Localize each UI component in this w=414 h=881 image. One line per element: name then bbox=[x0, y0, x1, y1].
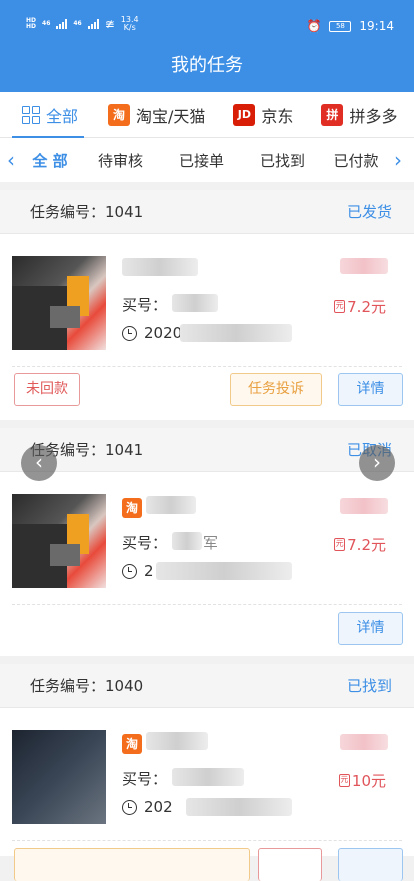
tab-status-found[interactable]: 已找到 bbox=[242, 150, 323, 171]
tab-label: 淘宝/天猫 bbox=[136, 106, 206, 126]
tab-taobao[interactable]: 淘 淘宝/天猫 bbox=[78, 92, 205, 138]
chevron-right-icon[interactable]: › bbox=[389, 148, 407, 172]
page-title: 我的任务 bbox=[0, 40, 414, 92]
status-bar: HD HD 46 46 ≇ 13.4 K/s ⏰ 58 19:14 bbox=[0, 0, 414, 40]
signal-label-1: 46 bbox=[42, 20, 51, 27]
redacted-text bbox=[340, 734, 388, 750]
complaint-button[interactable]: 任务投诉 bbox=[230, 373, 322, 406]
tab-label: 京东 bbox=[261, 106, 294, 126]
divider bbox=[12, 366, 402, 367]
order-card: 任务编号：1041 已取消 淘 买号： 军 元7.2元 2 详情 bbox=[0, 428, 414, 656]
wifi-icon: ≇ bbox=[104, 17, 115, 31]
status-left: HD HD 46 46 ≇ 13.4 K/s bbox=[26, 16, 139, 32]
price-icon: 元 bbox=[338, 774, 350, 787]
spacer bbox=[0, 656, 414, 664]
tab-status-paid[interactable]: 已付款 bbox=[323, 150, 389, 171]
tab-status-all[interactable]: 全 部 bbox=[20, 150, 80, 171]
sim-indicator: HD HD bbox=[26, 17, 37, 30]
buyer-account-redacted bbox=[172, 532, 202, 550]
status-right: ⏰ 58 19:14 bbox=[306, 19, 394, 33]
clock-icon bbox=[122, 564, 137, 579]
date-redacted bbox=[156, 562, 292, 580]
tab-label: 全部 bbox=[46, 106, 79, 126]
order-date: 2 bbox=[144, 562, 154, 580]
order-status: 已找到 bbox=[346, 677, 392, 695]
order-id: 任务编号：1041 bbox=[30, 203, 144, 221]
buyer-label: 买号： bbox=[122, 770, 168, 788]
product-image[interactable] bbox=[12, 730, 106, 824]
taobao-icon: 淘 bbox=[108, 103, 131, 126]
divider bbox=[12, 604, 402, 605]
redacted-text bbox=[340, 498, 388, 514]
buyer-account-redacted bbox=[172, 294, 218, 312]
partial-button[interactable] bbox=[338, 848, 403, 881]
order-header: 任务编号：1040 已找到 bbox=[0, 664, 414, 708]
tab-status-accepted[interactable]: 已接单 bbox=[161, 150, 242, 171]
grid-icon bbox=[22, 105, 40, 124]
order-date: 2020 bbox=[144, 324, 183, 342]
buyer-account-suffix: 军 bbox=[203, 534, 219, 552]
jd-icon: JD bbox=[233, 103, 256, 126]
price-icon: 元 bbox=[334, 538, 346, 551]
order-card: 任务编号：1041 已发货 买号： 元 7.2元 2020 未回款 任务投诉 详情 bbox=[0, 190, 414, 420]
tab-pinduoduo[interactable]: 拼 拼多多 bbox=[293, 92, 397, 138]
battery-icon: 58 bbox=[329, 20, 352, 32]
tab-all-platforms[interactable]: 全部 bbox=[0, 92, 85, 138]
details-button[interactable]: 详情 bbox=[338, 612, 403, 645]
date-redacted bbox=[180, 324, 292, 342]
buyer-label: 买号： bbox=[122, 534, 168, 552]
network-speed: 13.4 K/s bbox=[120, 15, 139, 32]
shop-name-redacted bbox=[146, 732, 208, 750]
signal-label-2: 46 bbox=[73, 20, 82, 27]
taobao-icon: 淘 bbox=[122, 498, 142, 518]
status-tab-bar: ‹ 全 部 待审核 已接单 已找到 已付款 › bbox=[0, 138, 414, 182]
order-header: 任务编号：1041 已取消 bbox=[0, 428, 414, 472]
product-image[interactable] bbox=[12, 256, 106, 350]
product-image[interactable] bbox=[12, 494, 106, 588]
next-arrow-button[interactable]: › bbox=[359, 445, 395, 481]
tab-label: 拼多多 bbox=[349, 106, 398, 126]
pinduoduo-icon: 拼 bbox=[321, 103, 344, 126]
divider bbox=[12, 840, 402, 841]
details-button[interactable]: 详情 bbox=[338, 373, 403, 406]
alarm-icon: ⏰ bbox=[306, 19, 322, 33]
order-date: 202 bbox=[144, 798, 173, 816]
platform-tab-bar: 全部 淘 淘宝/天猫 JD 京东 拼 拼多多 bbox=[0, 92, 414, 138]
commission-price: 元 10元 bbox=[338, 772, 386, 790]
shop-name-redacted bbox=[146, 496, 196, 514]
taobao-icon: 淘 bbox=[122, 734, 142, 754]
order-status: 已发货 bbox=[346, 203, 392, 221]
commission-price: 元 7.2元 bbox=[334, 298, 386, 316]
redacted-text bbox=[340, 258, 388, 274]
not-refunded-button[interactable]: 未回款 bbox=[14, 373, 80, 406]
signal-icon bbox=[56, 19, 68, 29]
date-redacted bbox=[186, 798, 292, 816]
chevron-left-icon[interactable]: ‹ bbox=[2, 148, 20, 172]
shop-name-redacted bbox=[122, 258, 198, 276]
commission-price: 元 7.2元 bbox=[334, 536, 386, 554]
tab-status-pending[interactable]: 待审核 bbox=[80, 150, 161, 171]
partial-button[interactable] bbox=[258, 848, 322, 881]
clock-icon bbox=[122, 800, 137, 815]
partial-button[interactable] bbox=[14, 848, 250, 881]
spacer bbox=[0, 420, 414, 428]
buyer-label: 买号： bbox=[122, 296, 168, 314]
order-id: 任务编号：1040 bbox=[30, 677, 144, 695]
order-card: 任务编号：1040 已找到 淘 买号： 元 10元 202 bbox=[0, 664, 414, 881]
prev-arrow-button[interactable]: ‹ bbox=[21, 445, 57, 481]
order-header: 任务编号：1041 已发货 bbox=[0, 190, 414, 234]
price-icon: 元 bbox=[334, 300, 346, 313]
buyer-account-redacted bbox=[172, 768, 244, 786]
spacer bbox=[0, 182, 414, 190]
clock-time: 19:14 bbox=[359, 19, 394, 33]
clock-icon bbox=[122, 326, 137, 341]
tab-jd[interactable]: JD 京东 bbox=[205, 92, 293, 138]
signal-icon-2 bbox=[87, 19, 99, 29]
